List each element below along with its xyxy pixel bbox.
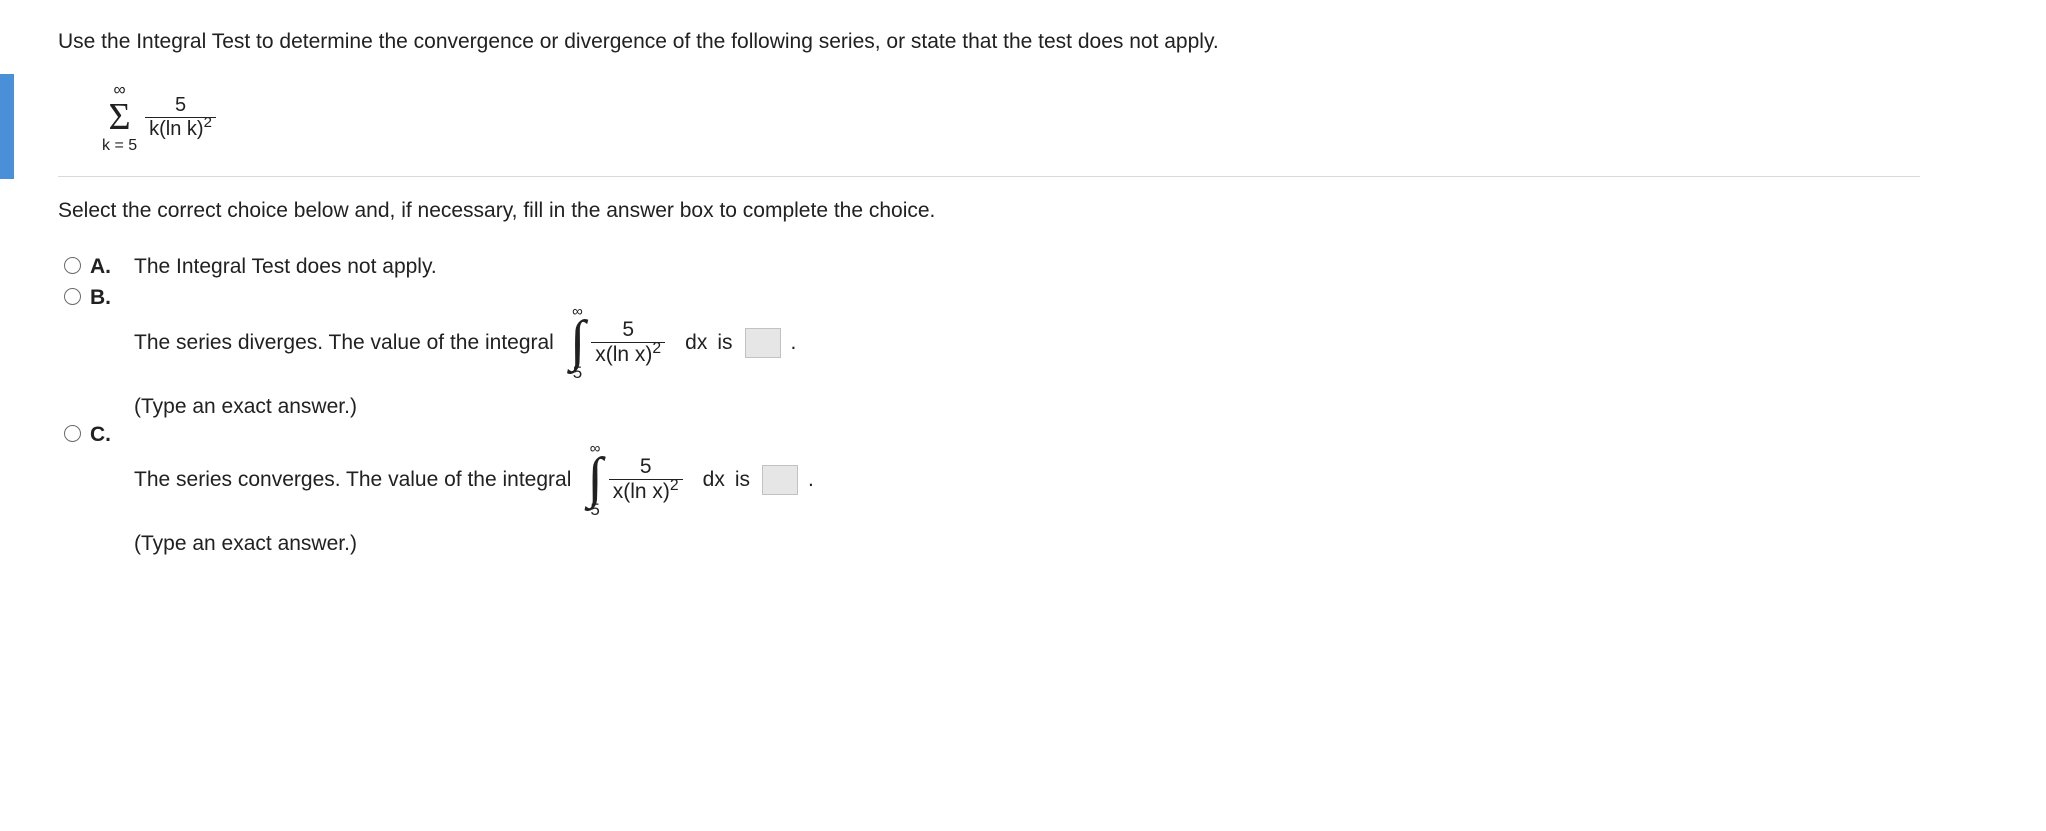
choice-c-statement: The series converges. The value of the i… [134, 441, 1920, 518]
choice-c: C. The series converges. The value of th… [64, 423, 1920, 556]
choice-b-text-before: The series diverges. The value of the in… [134, 331, 554, 355]
question-prompt: Use the Integral Test to determine the c… [58, 30, 1920, 54]
choice-c-integral: ∞ ∫ 5 5 x(ln x)2 [587, 441, 682, 518]
choice-a: A. The Integral Test does not apply. [64, 255, 1920, 280]
series-fraction: 5 k(ln k)2 [145, 94, 216, 141]
integral-b-fraction: 5 x(ln x)2 [591, 318, 665, 367]
choice-b-hint: (Type an exact answer.) [134, 395, 1920, 419]
integral-c-fraction: 5 x(ln x)2 [609, 455, 683, 504]
integral-b-symbol: ∫ [570, 320, 585, 362]
choice-c-text-before: The series converges. The value of the i… [134, 468, 571, 492]
choice-b: B. The series diverges. The value of the… [64, 286, 1920, 419]
choice-b-period: . [791, 331, 797, 355]
integral-c-lower: 5 [590, 501, 599, 518]
choice-b-statement: The series diverges. The value of the in… [134, 304, 1920, 381]
series-numerator: 5 [171, 94, 190, 117]
integral-c-denominator: x(ln x)2 [609, 480, 683, 504]
choice-b-is: is [717, 331, 732, 355]
choice-c-period: . [808, 468, 814, 492]
choice-b-integral: ∞ ∫ 5 5 x(ln x)2 [570, 304, 665, 381]
series-denominator: k(ln k)2 [145, 118, 216, 141]
choice-c-dx: dx [703, 468, 725, 492]
integral-b-denominator: x(ln x)2 [591, 343, 665, 367]
answer-box-c[interactable] [762, 465, 798, 495]
sigma-symbol: Σ [109, 100, 131, 134]
integral-b-lower: 5 [573, 364, 582, 381]
instruction-text: Select the correct choice below and, if … [58, 199, 1920, 223]
choice-b-letter: B. [90, 286, 134, 310]
series-expression: ∞ Σ k = 5 5 k(ln k)2 [102, 78, 1920, 154]
divider [58, 176, 1920, 177]
integral-c-numerator: 5 [636, 455, 656, 479]
radio-b[interactable] [64, 288, 81, 305]
question-marker [0, 74, 14, 179]
integral-b-numerator: 5 [618, 318, 638, 342]
choice-a-letter: A. [90, 255, 134, 279]
choice-a-text: The Integral Test does not apply. [134, 255, 1920, 279]
integral-c-symbol: ∫ [587, 457, 602, 499]
choices-group: A. The Integral Test does not apply. B. … [64, 255, 1920, 556]
question-content: Use the Integral Test to determine the c… [0, 0, 1920, 556]
answer-box-b[interactable] [745, 328, 781, 358]
choice-c-letter: C. [90, 423, 134, 447]
choice-c-is: is [735, 468, 750, 492]
radio-c[interactable] [64, 425, 81, 442]
radio-a[interactable] [64, 257, 81, 274]
choice-c-hint: (Type an exact answer.) [134, 532, 1920, 556]
sigma-lower-limit: k = 5 [102, 138, 137, 154]
choice-b-dx: dx [685, 331, 707, 355]
